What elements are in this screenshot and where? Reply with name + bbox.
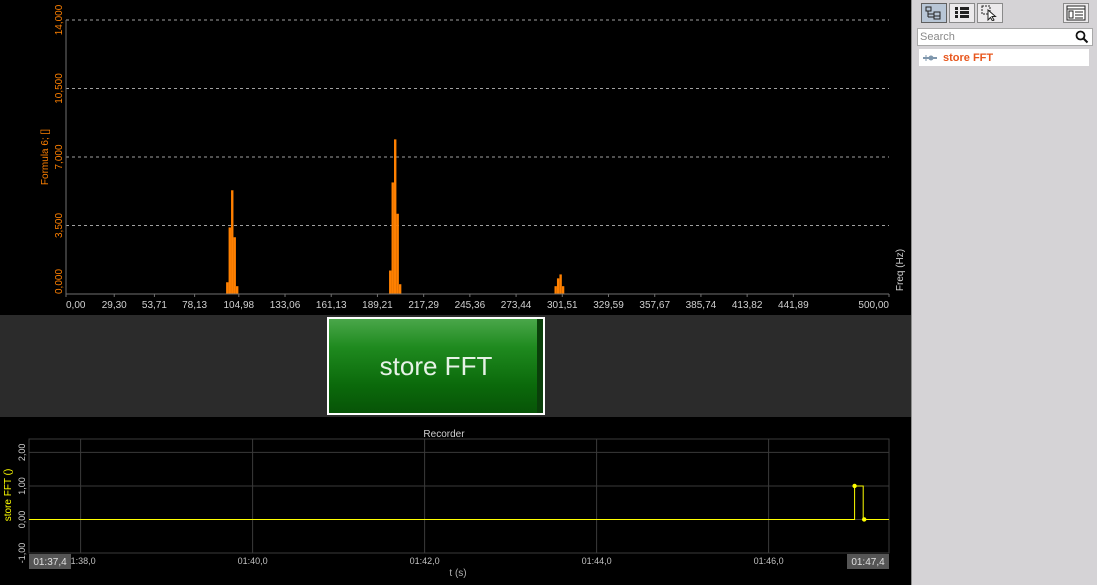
recorder-y-tick-label: 0,00 — [17, 511, 27, 529]
fft-x-tick-label: 357,67 — [639, 300, 670, 311]
fft-x-tick-label: 78,13 — [182, 300, 207, 311]
fft-bar — [228, 227, 231, 294]
recorder-x-tick-label: 01:44,0 — [582, 556, 612, 566]
recorder-point — [862, 517, 867, 522]
button-panel: store FFT — [0, 315, 911, 417]
properties-panel-button[interactable] — [1063, 3, 1089, 23]
list-view-icon — [955, 7, 969, 18]
fft-x-tick-label: 0,00 — [66, 300, 86, 311]
select-pointer-icon — [981, 5, 997, 21]
button-shadow-edge — [537, 319, 543, 413]
fft-x-tick-labels: 0,00 29,30 53,71 78,13 104,98 133,06 161,13 189… — [65, 294, 890, 311]
fft-bars — [226, 139, 565, 294]
fft-bar — [394, 139, 397, 294]
channel-signal-icon — [923, 54, 937, 61]
fft-y-tick-label: 7,000 — [54, 144, 65, 169]
recorder-x-axis-label: t (s) — [449, 568, 466, 579]
fft-y-axis-label: Formula 6; [] — [40, 129, 51, 185]
fft-bar — [391, 182, 394, 294]
fft-y-tick-label: 3,500 — [54, 213, 65, 238]
fft-y-tick-label: 0,000 — [54, 269, 65, 294]
store-fft-button-label: store FFT — [379, 350, 493, 381]
search-box — [917, 28, 1093, 46]
fft-x-tick-label: 273,44 — [501, 300, 532, 311]
fft-bar — [561, 286, 565, 294]
fft-bar — [398, 284, 402, 294]
fft-bar — [233, 237, 236, 294]
fft-x-tick-label: 245,36 — [455, 300, 486, 311]
sidebar: store FFT — [911, 0, 1097, 585]
recorder-start-time: 01:37,4 — [33, 557, 67, 568]
fft-bar — [389, 270, 392, 294]
recorder-grid — [29, 439, 889, 554]
fft-bar — [226, 282, 229, 294]
recorder-y-tick-label: 1,00 — [17, 477, 27, 495]
fft-chart-panel: Formula 6; [] Freq (Hz) 0,000 3,500 7,000 1… — [0, 0, 911, 315]
fft-x-axis-label: Freq (Hz) — [895, 249, 906, 291]
fft-bar — [554, 286, 557, 294]
fft-x-tick-label: 500,00 — [858, 300, 889, 311]
recorder-y-axis-label: store FFT () — [3, 469, 14, 522]
fft-x-tick-label: 385,74 — [686, 300, 717, 311]
fft-y-tick-label: 14,000 — [54, 4, 65, 35]
recorder-x-tick-label: 01:40,0 — [238, 556, 268, 566]
recorder-y-tick-label: -1,00 — [17, 543, 27, 564]
fft-x-tick-label: 161,13 — [316, 300, 347, 311]
fft-x-tick-label: 29,30 — [102, 300, 127, 311]
tree-item-store-fft[interactable]: store FFT — [923, 50, 993, 65]
recorder-chart[interactable]: Recorder store FFT () -1,000,001,002,00 … — [0, 417, 911, 585]
main-area: Formula 6; [] Freq (Hz) 0,000 3,500 7,000 1… — [0, 0, 911, 585]
recorder-plot-frame — [28, 438, 890, 554]
fft-x-tick-label: 104,98 — [224, 300, 255, 311]
fft-x-tick-label: 133,06 — [270, 300, 301, 311]
fft-bar — [231, 190, 234, 294]
fft-x-tick-label: 413,82 — [732, 300, 763, 311]
recorder-panel: Recorder store FFT () -1,00 0,00 1,00 2,00 … — [0, 417, 911, 585]
channel-tree-button[interactable] — [921, 3, 947, 23]
recorder-point — [852, 483, 857, 489]
recorder-end-time: 01:47,4 — [851, 557, 885, 568]
fft-y-tick-label: 10,500 — [54, 73, 65, 104]
fft-bar — [235, 286, 239, 294]
list-view-button[interactable] — [949, 3, 975, 23]
recorder-x-tick-labels: 01:38,0 01:40,0 01:42,0 01:44,0 01:46,0 — [66, 556, 784, 566]
fft-x-tick-label: 189,21 — [362, 300, 393, 311]
app-window: Formula 6; [] Freq (Hz) 0,000 3,500 7,000 1… — [0, 0, 1097, 585]
recorder-x-tick-label: 01:42,0 — [410, 556, 440, 566]
fft-x-tick-label: 53,71 — [142, 300, 167, 311]
fft-x-tick-label: 217,29 — [408, 300, 439, 311]
fft-x-tick-label: 441,89 — [778, 300, 809, 311]
fft-grid — [66, 19, 889, 226]
fft-x-tick-label: 329,59 — [593, 300, 624, 311]
recorder-y-tick-label: 2,00 — [17, 444, 27, 462]
recorder-x-tick-label: 01:46,0 — [754, 556, 784, 566]
fft-chart[interactable]: Formula 6; [] Freq (Hz) 0,000 3,500 7,000 1… — [0, 0, 911, 315]
fft-bar — [556, 278, 560, 294]
channel-tree-icon — [925, 6, 941, 20]
fft-x-tick-label: 301,51 — [547, 300, 578, 311]
search-input[interactable] — [920, 29, 1070, 45]
search-icon[interactable] — [1075, 30, 1089, 44]
fft-bar — [559, 274, 562, 294]
recorder-title: Recorder — [423, 429, 465, 440]
fft-bar — [396, 213, 399, 294]
recorder-y-tick-labels: -1,00 0,00 1,00 2,00 — [17, 444, 27, 564]
tree-item-label: store FFT — [943, 51, 994, 64]
fft-y-tick-labels: 0,000 3,500 7,000 10,500 14,000 — [54, 4, 65, 294]
recorder-series-line — [29, 485, 889, 520]
select-pointer-button[interactable] — [977, 3, 1003, 23]
channel-tree: store FFT — [919, 49, 1089, 66]
properties-panel-icon — [1066, 5, 1086, 21]
store-fft-button[interactable]: store FFT — [327, 317, 545, 415]
